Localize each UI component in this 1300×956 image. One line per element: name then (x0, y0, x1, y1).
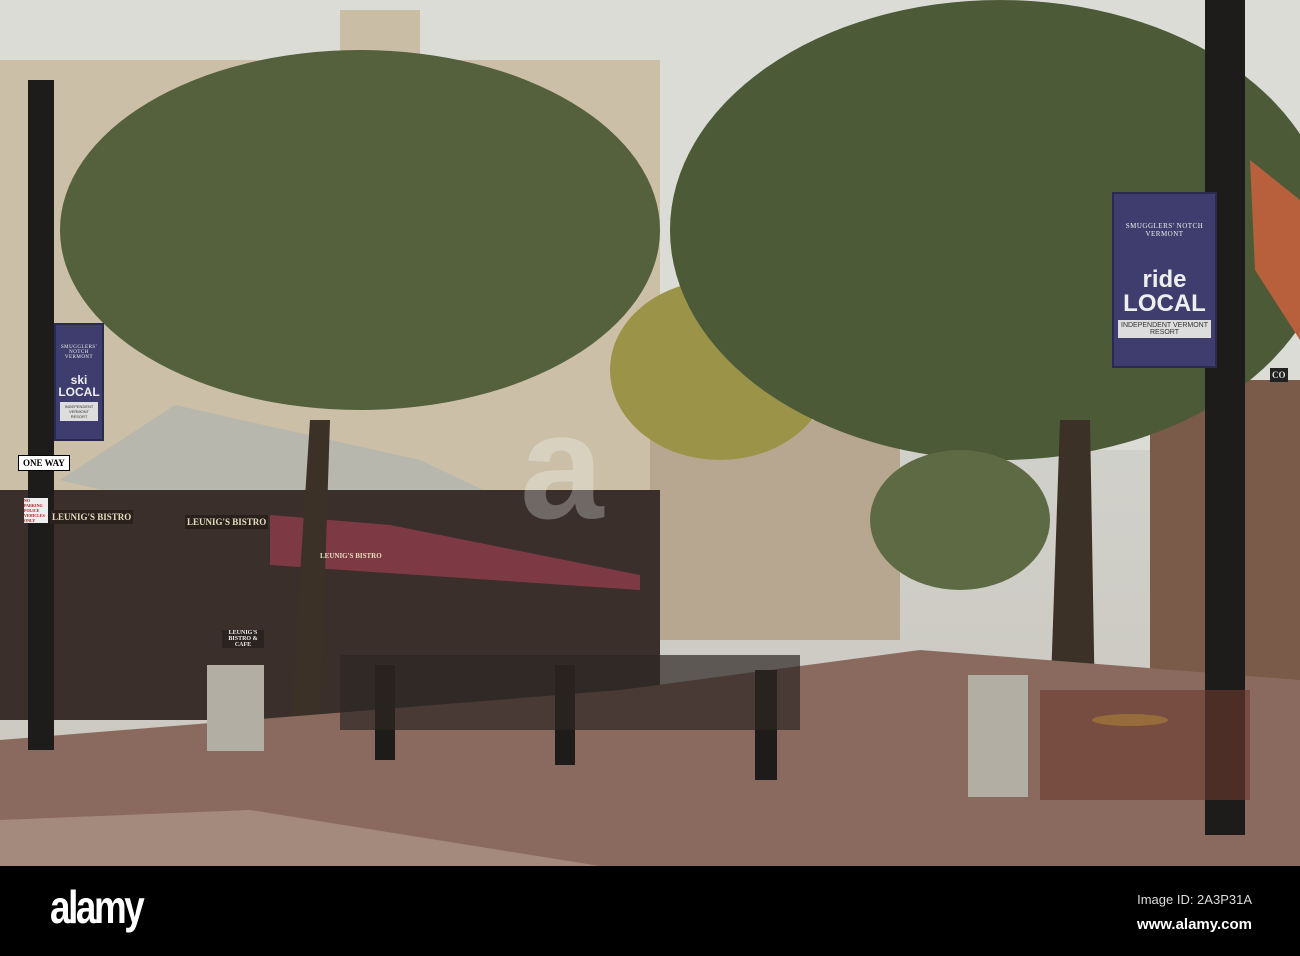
one-way-sign: ONE WAY (18, 455, 70, 471)
banner-slogan: ski LOCAL (58, 373, 100, 399)
bistro-sign-mid: LEUNIG'S BISTRO (185, 515, 269, 529)
banner-left: SMUGGLERS' NOTCH VERMONT ski LOCAL INDEP… (54, 323, 104, 441)
street-photo: SMUGGLERS' NOTCH VERMONT ski LOCAL INDEP… (0, 0, 1300, 866)
watermark: a (520, 382, 603, 550)
lamp-post-left (28, 80, 54, 750)
no-parking-sign: NO PARKING POLICE VEHICLES ONLY (24, 498, 48, 523)
cafe-tables (340, 655, 800, 730)
site-url[interactable]: www.alamy.com (1137, 916, 1252, 933)
tree-canopy-left (60, 50, 660, 410)
cafe-board: LEUNIG'S BISTRO & CAFE (222, 630, 264, 648)
banner-brand: SMUGGLERS' NOTCH VERMONT (1125, 222, 1204, 238)
banner-brand: SMUGGLERS' NOTCH VERMONT (60, 345, 98, 360)
bistro-sign-left: LEUNIG'S BISTRO (50, 510, 134, 524)
banner-right: SMUGGLERS' NOTCH VERMONT ride LOCAL INDE… (1112, 192, 1217, 368)
banner-slogan: ride LOCAL (1123, 266, 1206, 317)
footer-bar: alamy Image ID: 2A3P31A www.alamy.com (0, 866, 1300, 956)
street-sign: CO (1270, 368, 1288, 382)
awning-text: LEUNIG'S BISTRO (320, 552, 382, 560)
granite-block-left (207, 665, 264, 751)
granite-block-right (968, 675, 1028, 797)
tree-canopy-far (870, 450, 1050, 590)
alamy-logo[interactable]: alamy (50, 880, 145, 934)
image-id: Image ID: 2A3P31A (1137, 892, 1252, 907)
banner-footer: INDEPENDENT VERMONT RESORT (1118, 320, 1211, 338)
bistro-chairs (1040, 690, 1250, 800)
street-scene (0, 0, 1300, 866)
banner-footer: INDEPENDENT VERMONT RESORT (60, 402, 98, 421)
